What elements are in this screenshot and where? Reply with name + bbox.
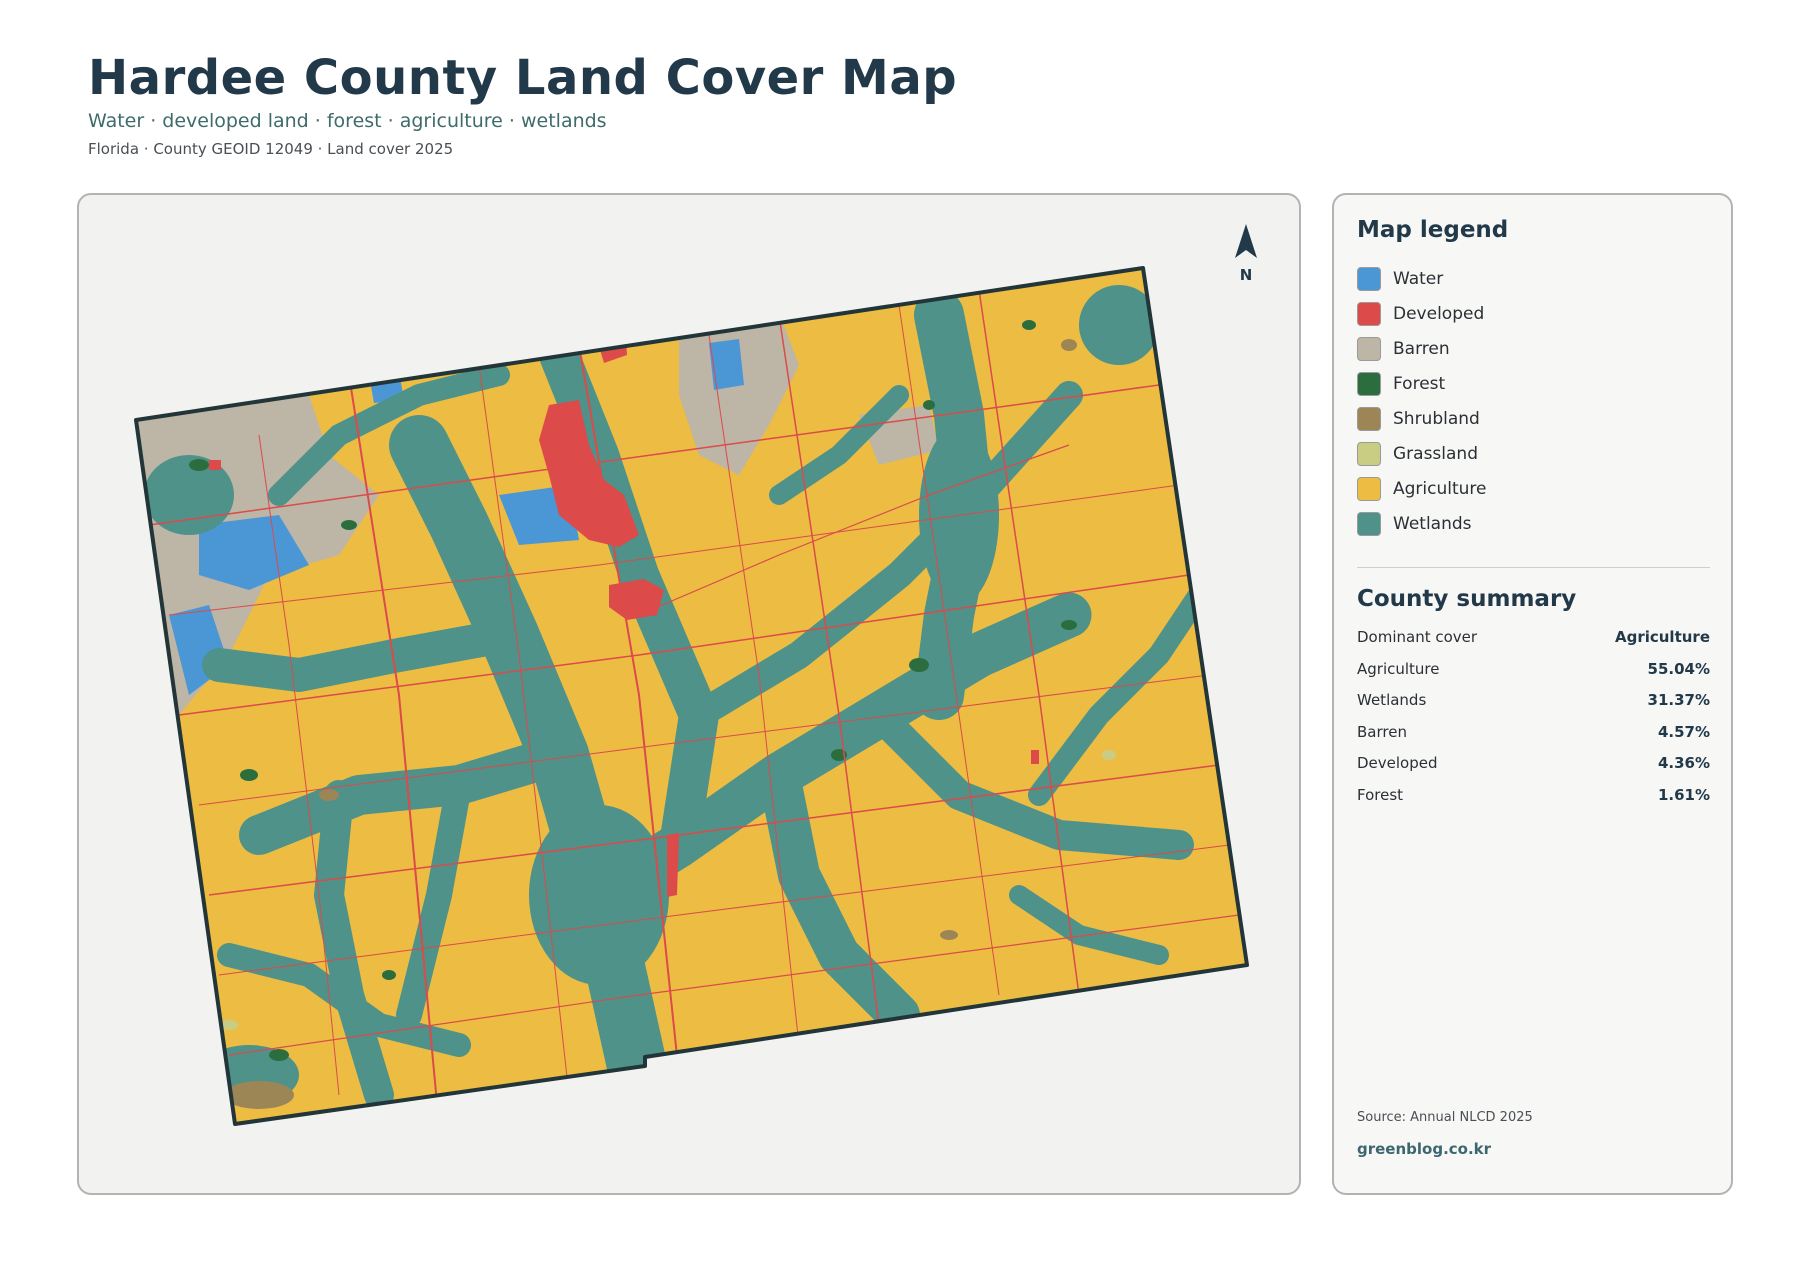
summary-value: 55.04% [1647,659,1710,678]
summary-label: Wetlands [1357,691,1427,709]
agriculture-swatch [1357,476,1381,501]
summary-table: Dominant cover Agriculture Agriculture 5… [1357,628,1710,817]
summary-value: 31.37% [1647,691,1710,709]
developed-strip-south [667,833,679,897]
summary-value: Agriculture [1614,628,1710,646]
grassland-swatch [1357,441,1381,466]
legend-item-barren: Barren [1357,331,1710,366]
north-arrow: N [1231,224,1261,284]
legend-label: Wetlands [1393,513,1472,534]
summary-label: Dominant cover [1357,628,1478,646]
legend-item-developed: Developed [1357,296,1710,331]
source-note: Source: Annual NLCD 2025 [1357,1110,1533,1125]
legend-item-forest: Forest [1357,366,1710,401]
map-panel[interactable] [77,193,1301,1195]
developed-swatch [1357,301,1381,326]
summary-title: County summary [1357,586,1577,612]
page-meta: Florida · County GEOID 12049 · Land cove… [88,140,454,158]
summary-label: Developed [1357,754,1438,772]
summary-row-forest: Forest 1.61% [1357,786,1710,818]
legend-label: Developed [1393,303,1485,324]
barren-swatch [1357,336,1381,361]
summary-value: 1.61% [1657,785,1710,804]
water-swatch [1357,266,1381,291]
page-subtitle: Water · developed land · forest · agricu… [88,110,607,132]
header: Hardee County Land Cover Map Water · dev… [88,48,957,158]
legend-label: Shrubland [1393,408,1480,429]
developed-site-nw [209,460,221,470]
land-cover-layer [136,268,1247,1124]
north-arrow-icon [1235,224,1257,258]
north-label: N [1239,266,1253,284]
summary-row-agriculture: Agriculture 55.04% [1357,660,1710,692]
summary-row-wetlands: Wetlands 31.37% [1357,691,1710,723]
legend-label: Barren [1393,338,1450,359]
developed-site-east [1031,750,1039,764]
summary-value: 4.36% [1657,754,1710,772]
summary-row-dominant: Dominant cover Agriculture [1357,628,1710,660]
side-panel: Map legend Water Developed Barren Forest… [1332,193,1733,1195]
legend-item-water: Water [1357,261,1710,296]
land-cover-map[interactable] [79,195,1301,1195]
legend-item-shrubland: Shrubland [1357,401,1710,436]
legend-label: Grassland [1393,443,1478,464]
legend-item-wetlands: Wetlands [1357,506,1710,541]
wetland-patch-3 [529,805,669,985]
legend-item-agriculture: Agriculture [1357,471,1710,506]
legend-label: Water [1393,268,1444,289]
wetlands-swatch [1357,511,1381,536]
summary-row-barren: Barren 4.57% [1357,723,1710,755]
shrubland-swatch [1357,406,1381,431]
summary-label: Barren [1357,722,1407,741]
site-link[interactable]: greenblog.co.kr [1357,1140,1491,1158]
forest-swatch [1357,371,1381,396]
summary-label: Agriculture [1357,659,1440,678]
legend-title: Map legend [1357,217,1509,243]
legend-label: Agriculture [1393,478,1487,499]
page-title: Hardee County Land Cover Map [88,50,958,106]
legend-label: Forest [1393,373,1446,394]
legend-item-grassland: Grassland [1357,436,1710,471]
summary-label: Forest [1357,785,1404,804]
legend-list: Water Developed Barren Forest Shrubland … [1357,261,1710,541]
summary-row-developed: Developed 4.36% [1357,754,1710,786]
summary-value: 4.57% [1657,722,1710,741]
divider [1357,567,1710,568]
water-body-n [709,339,744,390]
